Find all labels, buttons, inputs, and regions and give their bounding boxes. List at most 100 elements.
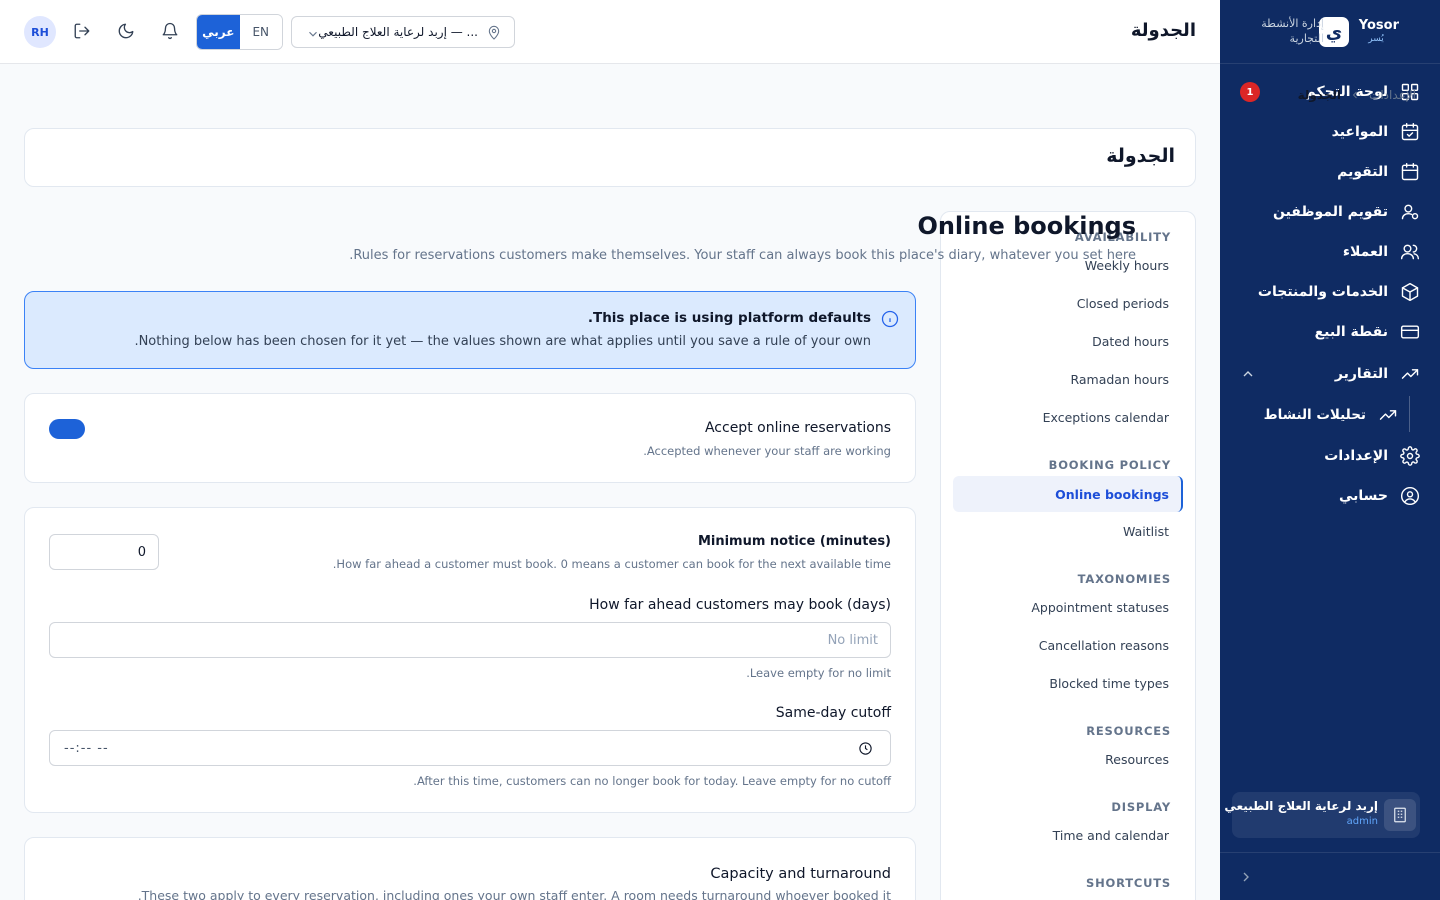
settings-nav-item[interactable]: Exceptions calendar: [1043, 410, 1169, 425]
nav-item-appointments[interactable]: المواعيد: [1240, 114, 1420, 150]
settings-nav: AVAILABILITY Weekly hours Closed periods…: [940, 211, 1196, 900]
info-title: .This place is using platform defaults: [587, 310, 871, 326]
notification-badge: 1: [1240, 82, 1260, 102]
brand: ي Yosor يُسر إدارة الأنشطة التجارية: [1220, 0, 1440, 64]
nav-label-staff-calendar: تقويم الموظفين: [1272, 204, 1388, 220]
accept-online-toggle[interactable]: [49, 419, 85, 439]
page-title-card: الجدولة: [24, 128, 1196, 187]
settings-nav-item[interactable]: Closed periods: [1077, 296, 1169, 311]
avatar[interactable]: RH: [24, 16, 56, 48]
nav-label-account: حسابي: [1338, 488, 1388, 504]
user-circle-icon: [1400, 486, 1420, 506]
settings-nav-heading-taxonomies: TAXONOMIES: [1077, 572, 1171, 586]
brand-description: إدارة الأنشطة التجارية: [1261, 17, 1324, 45]
sidebar-footer: [1220, 852, 1440, 900]
nav-item-services[interactable]: الخدمات والمنتجات: [1240, 274, 1420, 310]
user-gear-icon: [1400, 202, 1420, 222]
settings-nav-item[interactable]: Waitlist: [1123, 524, 1169, 539]
nav-label-appointments: المواعيد: [1331, 124, 1388, 140]
nav-item-pos[interactable]: نقطة البيع: [1240, 314, 1420, 350]
branch-account-card[interactable]: إربد لرعاية العلاج الطبيعي admin: [1224, 792, 1420, 838]
trend-up-icon: [1400, 364, 1420, 384]
info-icon: [881, 310, 899, 328]
settings-nav-item[interactable]: Time and calendar: [1053, 828, 1169, 843]
accept-online-card: Accept online reservations .Accepted whe…: [24, 393, 916, 483]
min-notice-label: Minimum notice (minutes): [697, 534, 891, 549]
capacity-card: Capacity and turnaround .These two apply…: [24, 837, 916, 900]
min-notice-input[interactable]: [49, 534, 159, 570]
capacity-description: .These two apply to every reservation, i…: [137, 888, 891, 900]
accept-online-hint: .Accepted whenever your staff are workin…: [643, 444, 891, 458]
settings-nav-item[interactable]: Cancellation reasons: [1039, 638, 1169, 653]
sidebar: ي Yosor يُسر إدارة الأنشطة التجارية لوحة…: [1220, 0, 1440, 900]
brand-subtitle: يُسر: [1368, 34, 1384, 44]
top-header: الجدولة RH عربي EN إربد لرعاية العلاج ال…: [0, 0, 1220, 64]
nav-label-clients: العملاء: [1342, 244, 1388, 260]
settings-nav-item[interactable]: Dated hours: [1092, 334, 1169, 349]
nav-label-activity-analytics: تحليلات النشاط: [1263, 407, 1366, 423]
settings-nav-heading-booking-policy: BOOKING POLICY: [1048, 458, 1171, 472]
moon-icon[interactable]: [117, 22, 137, 42]
chevron-up-icon[interactable]: [1240, 366, 1256, 382]
cutoff-hint: .After this time, customers can no longe…: [413, 774, 891, 788]
nav-label-reports: التقارير: [1334, 366, 1388, 382]
nav-item-settings[interactable]: الإعدادات: [1240, 438, 1420, 474]
accept-online-label: Accept online reservations: [704, 420, 891, 436]
nav-label-pos: نقطة البيع: [1314, 324, 1388, 340]
nav-item-activity-analytics[interactable]: تحليلات النشاط: [1238, 398, 1398, 432]
cutoff-time-input[interactable]: --:-- --: [49, 730, 891, 766]
section-title: Online bookings: [917, 212, 1136, 240]
brand-name: Yosor: [1358, 18, 1399, 33]
settings-nav-item[interactable]: Appointment statuses: [1031, 600, 1169, 615]
nav-item-reports[interactable]: التقارير: [1240, 356, 1420, 392]
settings-nav-item[interactable]: Blocked time types: [1049, 676, 1169, 691]
language-toggle: عربي EN: [196, 14, 283, 50]
chevron-down-icon: [306, 26, 320, 40]
nav-item-account[interactable]: حسابي: [1240, 478, 1420, 514]
nav-label-settings: الإعدادات: [1324, 448, 1388, 464]
min-notice-hint: .How far ahead a customer must book. 0 m…: [332, 557, 891, 571]
branch-select[interactable]: إربد لرعاية العلاج الطبيعي — ...: [291, 16, 515, 48]
clock-icon[interactable]: [858, 741, 874, 757]
section-description: .Rules for reservations customers make t…: [349, 248, 1136, 263]
cutoff-label: Same-day cutoff: [775, 705, 891, 721]
logout-icon[interactable]: [73, 22, 93, 42]
box-icon: [1400, 282, 1420, 302]
chevron-left-icon: [1349, 89, 1361, 101]
max-ahead-hint: .Leave empty for no limit: [746, 666, 891, 680]
page-title: الجدولة: [1106, 145, 1175, 167]
settings-nav-heading-resources: RESOURCES: [1086, 724, 1171, 738]
nav-label-calendar: التقويم: [1337, 164, 1388, 180]
nav-item-staff-calendar[interactable]: تقويم الموظفين: [1240, 194, 1420, 230]
credit-card-icon: [1400, 322, 1420, 342]
users-icon: [1400, 242, 1420, 262]
breadcrumb-current: الجدولة: [1297, 88, 1342, 102]
branch-name: إربد لرعاية العلاج الطبيعي: [1224, 799, 1378, 813]
settings-nav-item[interactable]: Ramadan hours: [1070, 372, 1169, 387]
bell-icon[interactable]: [161, 22, 181, 42]
calendar-icon: [1400, 162, 1420, 182]
user-role: admin: [1346, 816, 1378, 827]
settings-nav-item[interactable]: Resources: [1105, 752, 1169, 767]
building-icon: [1384, 799, 1416, 831]
defaults-info-banner: .This place is using platform defaults .…: [24, 291, 916, 369]
max-ahead-label: How far ahead customers may book (days): [589, 597, 891, 613]
calendar-check-icon: [1400, 122, 1420, 142]
settings-nav-heading-shortcuts: SHORTCUTS: [1086, 876, 1171, 890]
booking-rules-card: Minimum notice (minutes) .How far ahead …: [24, 507, 916, 813]
capacity-title: Capacity and turnaround: [710, 866, 891, 882]
submenu-rail: [1409, 396, 1410, 432]
max-ahead-input[interactable]: [49, 622, 891, 658]
nav-item-clients[interactable]: العملاء: [1240, 234, 1420, 270]
header-title: الجدولة: [1130, 20, 1196, 41]
chevron-right-icon[interactable]: [1238, 869, 1254, 885]
info-body: .Nothing below has been chosen for it ye…: [134, 334, 871, 349]
branch-select-value: إربد لرعاية العلاج الطبيعي — ...: [318, 25, 478, 39]
lang-arabic-button[interactable]: عربي: [197, 15, 240, 49]
settings-nav-heading-display: DISPLAY: [1111, 800, 1171, 814]
nav-item-calendar[interactable]: التقويم: [1240, 154, 1420, 190]
settings-nav-item-active[interactable]: Online bookings: [953, 476, 1183, 512]
breadcrumb-parent[interactable]: الإعدادات: [1369, 88, 1416, 102]
lang-english-button[interactable]: EN: [239, 15, 282, 49]
cutoff-time-value: --:-- --: [64, 741, 109, 756]
